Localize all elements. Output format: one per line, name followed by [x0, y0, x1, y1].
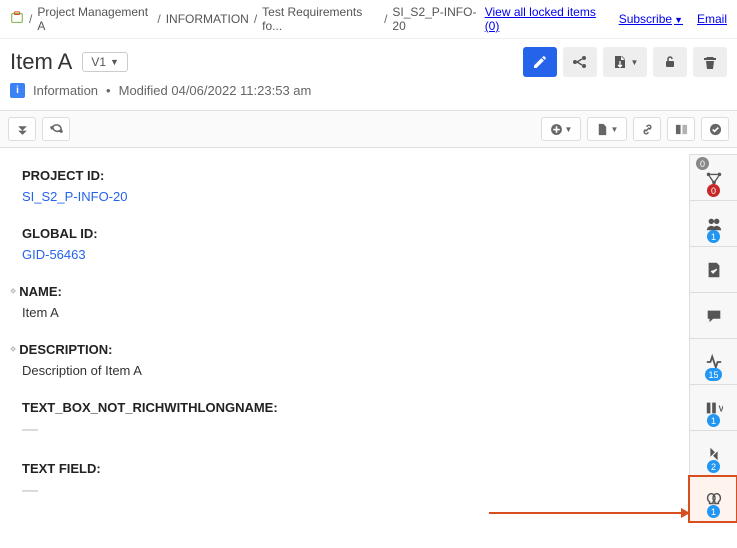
breadcrumb: / Project Management A / INFORMATION / T… — [10, 5, 485, 33]
badge: 2 — [707, 460, 720, 473]
checklist-icon — [705, 261, 723, 279]
top-bar: / Project Management A / INFORMATION / T… — [0, 0, 737, 39]
breadcrumb-item-current[interactable]: SI_S2_P-INFO-20 — [392, 5, 484, 33]
confirm-button[interactable] — [701, 117, 729, 141]
badge: 15 — [705, 368, 721, 381]
email-link[interactable]: Email — [697, 12, 727, 26]
badge: 0 — [707, 184, 720, 197]
header-row: Item A V1▼ ▼ — [0, 39, 737, 79]
anchor-icon: ⋄ — [10, 286, 16, 297]
content: PROJECT ID: SI_S2_P-INFO-20 GLOBAL ID: G… — [0, 148, 689, 532]
link-button[interactable] — [633, 117, 661, 141]
callout-arrow — [489, 512, 689, 514]
rail-activity[interactable]: 15 — [689, 338, 737, 384]
breadcrumb-sep: / — [384, 12, 387, 26]
add-menu-button[interactable]: ▼ — [541, 117, 581, 141]
breadcrumb-item[interactable]: Project Management A — [37, 5, 152, 33]
name-value: Item A — [22, 305, 679, 320]
breadcrumb-item[interactable]: Test Requirements fo... — [262, 5, 379, 33]
breadcrumb-sep: / — [29, 12, 32, 26]
badge: 1 — [707, 230, 720, 243]
breadcrumb-item[interactable]: INFORMATION — [166, 12, 249, 26]
badge: 1 — [707, 414, 720, 427]
project-id-value[interactable]: SI_S2_P-INFO-20 — [22, 189, 679, 204]
rail-reuse[interactable]: 2 — [689, 430, 737, 476]
side-rail: 0 0 1 15 V 1 2 1 — [689, 148, 737, 532]
relate-button[interactable] — [563, 47, 597, 77]
textfield-value: — — [22, 482, 679, 500]
badge: 1 — [707, 505, 720, 518]
global-id-label: GLOBAL ID: — [22, 226, 679, 241]
name-label: ⋄NAME: — [22, 284, 679, 299]
export-menu-button[interactable]: ▼ — [603, 47, 647, 77]
svg-text:V: V — [718, 404, 723, 413]
toolbar: ▼ ▼ — [0, 110, 737, 148]
document-menu-button[interactable]: ▼ — [587, 117, 627, 141]
delete-button[interactable] — [693, 47, 727, 77]
global-id-value[interactable]: GID-56463 — [22, 247, 679, 262]
anchor-icon: ⋄ — [10, 344, 16, 355]
item-type-label: Information — [33, 83, 98, 98]
breadcrumb-sep: / — [254, 12, 257, 26]
rail-versions[interactable]: V 1 — [689, 384, 737, 430]
textbox-label: TEXT_BOX_NOT_RICHWITHLONGNAME: — [22, 400, 679, 415]
refresh-button[interactable] — [42, 117, 70, 141]
version-selector[interactable]: V1▼ — [82, 52, 128, 72]
textbox-value: — — [22, 421, 679, 439]
rail-users[interactable]: 1 — [689, 200, 737, 246]
comment-icon — [705, 307, 723, 325]
meta-row: i Information • Modified 04/06/2022 11:2… — [0, 79, 737, 110]
project-icon — [10, 11, 24, 28]
rail-comments[interactable] — [689, 292, 737, 338]
description-value: Description of Item A — [22, 363, 679, 378]
type-icon: i — [10, 83, 25, 98]
subscribe-link[interactable]: Subscribe▼ — [619, 12, 683, 26]
meta-sep: • — [106, 83, 111, 98]
item-title: Item A — [10, 49, 72, 75]
edit-button[interactable] — [523, 47, 557, 77]
badge: 0 — [696, 157, 709, 170]
project-id-label: PROJECT ID: — [22, 168, 679, 183]
rail-tests[interactable] — [689, 246, 737, 292]
expand-button[interactable] — [8, 117, 36, 141]
locked-items-link[interactable]: View all locked items (0) — [485, 5, 605, 33]
header-actions: ▼ — [523, 47, 727, 77]
lock-button[interactable] — [653, 47, 687, 77]
top-right-links: View all locked items (0) Subscribe▼ Ema… — [485, 5, 727, 33]
rail-relationships[interactable]: 0 0 — [689, 154, 737, 200]
textfield-label: TEXT FIELD: — [22, 461, 679, 476]
rail-ideas[interactable]: 1 — [689, 476, 737, 522]
breadcrumb-sep: / — [157, 12, 160, 26]
compare-button[interactable] — [667, 117, 695, 141]
description-label: ⋄DESCRIPTION: — [22, 342, 679, 357]
modified-label: Modified 04/06/2022 11:23:53 am — [119, 83, 312, 98]
